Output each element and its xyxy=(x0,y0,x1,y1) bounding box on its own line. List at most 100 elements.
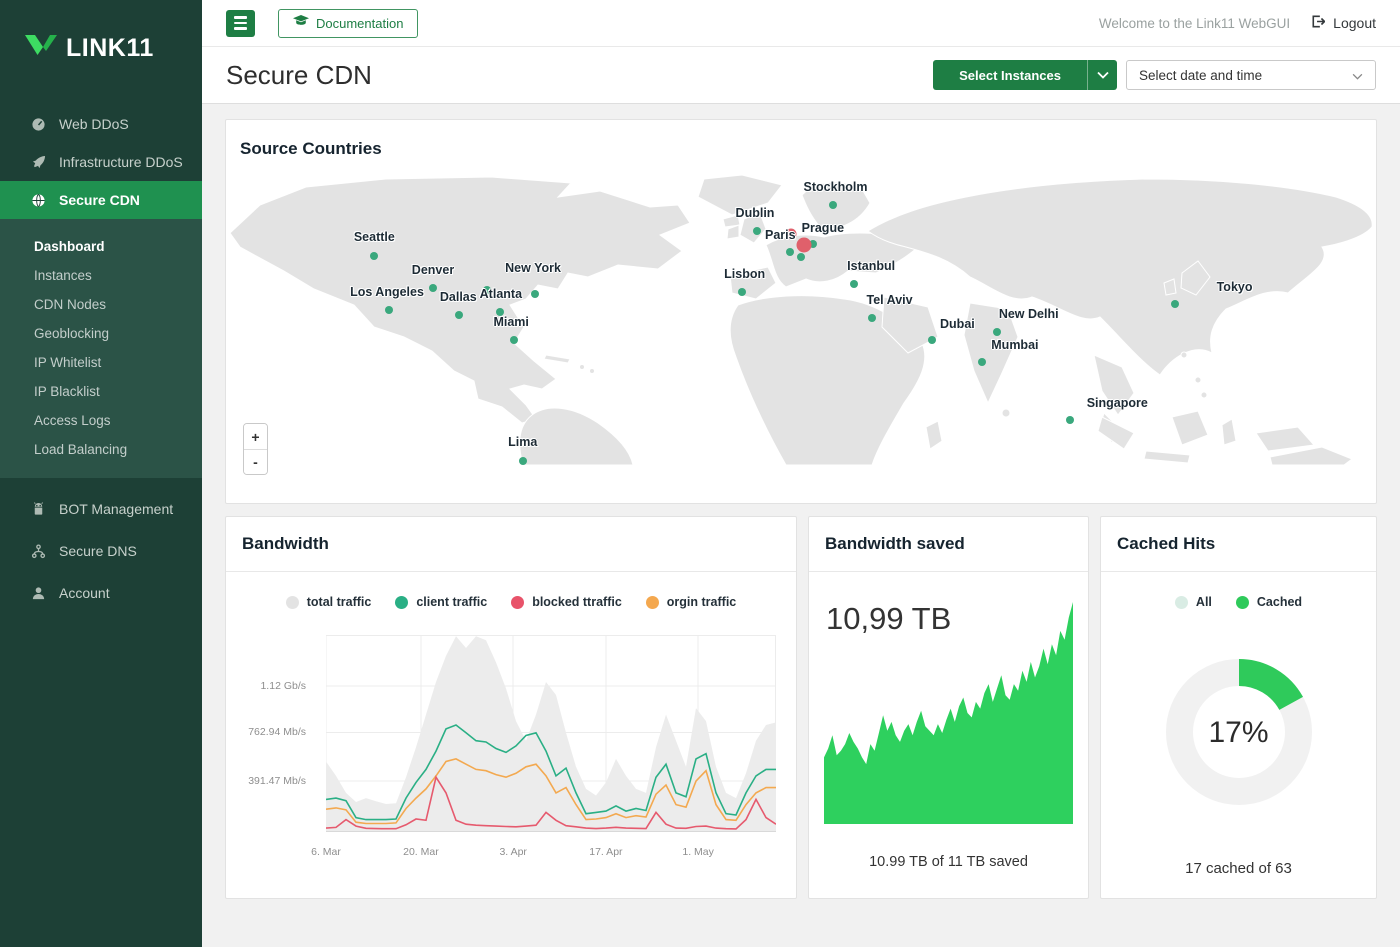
map-city-label: New York xyxy=(505,261,561,275)
legend-label: blocked ttraffic xyxy=(532,595,622,609)
bandwidth-x-tick: 3. Apr xyxy=(499,846,526,858)
documentation-button[interactable]: Documentation xyxy=(278,9,418,38)
legend-item-orgin-traffic[interactable]: orgin traffic xyxy=(646,595,736,609)
map-city-label: Mumbai xyxy=(991,338,1038,352)
map-city-label: Dublin xyxy=(736,206,775,220)
logout-button[interactable]: Logout xyxy=(1310,14,1376,32)
sidebar-item-account[interactable]: Account xyxy=(0,572,202,614)
topbar-right: Welcome to the Link11 WebGUI Logout xyxy=(1099,14,1376,32)
map-city-label: Tel Aviv xyxy=(867,293,913,307)
sidebar-subitem-cdn-nodes[interactable]: CDN Nodes xyxy=(0,290,202,319)
cached-hits-card: Cached Hits AllCached 17% 17 cached of 6… xyxy=(1100,516,1377,899)
legend-dot xyxy=(646,596,659,609)
legend-label: Cached xyxy=(1257,595,1302,609)
bandwidth-y-tick: 391.47 Mb/s xyxy=(230,775,306,787)
bandwidth-saved-title: Bandwidth saved xyxy=(809,517,1088,572)
bandwidth-chart xyxy=(326,635,776,832)
map-marker xyxy=(797,253,805,261)
legend-item-blocked-ttraffic[interactable]: blocked ttraffic xyxy=(511,595,622,609)
bandwidth-legend: total traffic client traffic blocked ttraf… xyxy=(226,595,796,609)
map-city-label: Tokyo xyxy=(1217,280,1253,294)
sidebar-item-bot-management[interactable]: BOT Management xyxy=(0,488,202,530)
map-marker-istanbul xyxy=(850,280,858,288)
legend-item-total-traffic[interactable]: total traffic xyxy=(286,595,372,609)
world-map-svg xyxy=(226,175,1376,465)
legend-label: total traffic xyxy=(307,595,372,609)
select-instances-button[interactable]: Select Instances xyxy=(933,60,1117,90)
legend-item-all[interactable]: All xyxy=(1175,595,1212,609)
sidebar-subitem-access-logs[interactable]: Access Logs xyxy=(0,406,202,435)
legend-dot xyxy=(511,596,524,609)
map-city-label: Miami xyxy=(493,315,528,329)
sidebar-item-secure-dns[interactable]: Secure DNS xyxy=(0,530,202,572)
sidebar-item-secure-cdn[interactable]: Secure CDN xyxy=(0,181,202,219)
map-city-label: Seattle xyxy=(354,230,395,244)
sidebar-subitem-load-balancing[interactable]: Load Balancing xyxy=(0,435,202,464)
legend-item-client-traffic[interactable]: client traffic xyxy=(395,595,487,609)
legend-label: client traffic xyxy=(416,595,487,609)
map-marker-tokyo xyxy=(1171,300,1179,308)
robot-icon xyxy=(30,501,46,517)
bandwidth-y-tick: 762.94 Mb/s xyxy=(230,726,306,738)
sidebar-main-nav: Web DDoS Infrastructure DDoS Secure CDN xyxy=(0,105,202,219)
map-marker-paris xyxy=(786,248,794,256)
sidebar-subitem-ip-whitelist[interactable]: IP Whitelist xyxy=(0,348,202,377)
map-marker-new-delhi xyxy=(993,328,1001,336)
link11-logo[interactable]: LINK11 xyxy=(0,0,202,93)
sitemap-icon xyxy=(30,543,46,559)
documentation-label: Documentation xyxy=(316,16,403,31)
legend-label: All xyxy=(1196,595,1212,609)
rocket-icon xyxy=(30,154,46,170)
map-zoom-in-button[interactable]: + xyxy=(244,424,267,449)
sidebar-subitem-geoblocking[interactable]: Geoblocking xyxy=(0,319,202,348)
map-marker-lisbon xyxy=(738,288,746,296)
sidebar-item-label: Infrastructure DDoS xyxy=(59,154,183,170)
logout-label: Logout xyxy=(1333,15,1376,31)
map-zoom-control: + - xyxy=(243,423,268,475)
legend-dot xyxy=(286,596,299,609)
map-marker-dubai xyxy=(928,336,936,344)
dashboard-content: Source Countries xyxy=(202,104,1400,947)
link11-logo-icon xyxy=(24,34,58,63)
legend-item-cached[interactable]: Cached xyxy=(1236,595,1302,609)
bandwidth-x-tick: 20. Mar xyxy=(403,846,439,858)
source-countries-title: Source Countries xyxy=(226,120,1376,165)
topbar: Documentation Welcome to the Link11 WebG… xyxy=(202,0,1400,47)
sidebar-subitem-ip-blacklist[interactable]: IP Blacklist xyxy=(0,377,202,406)
sidebar: LINK11 Web DDoS Infrastructure DDoS Secure… xyxy=(0,0,202,947)
bandwidth-saved-caption: 10.99 TB of 11 TB saved xyxy=(809,854,1088,870)
date-time-select[interactable]: Select date and time xyxy=(1126,60,1376,90)
map-city-label: New Delhi xyxy=(999,307,1059,321)
map-marker-singapore xyxy=(1066,416,1074,424)
sidebar-sub-nav: DashboardInstancesCDN NodesGeoblockingIP… xyxy=(0,219,202,478)
legend-dot xyxy=(1236,596,1249,609)
legend-dot xyxy=(1175,596,1188,609)
sidebar-item-web-ddos[interactable]: Web DDoS xyxy=(0,105,202,143)
map-marker-dallas xyxy=(455,311,463,319)
map-marker-tel-aviv xyxy=(868,314,876,322)
header-controls: Select Instances Select date and time xyxy=(933,60,1376,90)
bandwidth-card-title: Bandwidth xyxy=(226,517,796,572)
map-marker-miami xyxy=(510,336,518,344)
map-marker-red xyxy=(797,237,812,252)
sidebar-item-infrastructure-ddos[interactable]: Infrastructure DDoS xyxy=(0,143,202,181)
page-title: Secure CDN xyxy=(226,60,372,91)
chevron-down-icon[interactable] xyxy=(1087,60,1117,90)
graduation-cap-icon xyxy=(293,15,309,31)
page-header: Secure CDN Select Instances Select date … xyxy=(202,47,1400,104)
map-city-label: Istanbul xyxy=(847,259,895,273)
bandwidth-saved-card: Bandwidth saved 10,99 TB 10.99 TB of 11 … xyxy=(808,516,1089,899)
sidebar-item-label: BOT Management xyxy=(59,501,173,517)
cached-hits-percent: 17% xyxy=(1101,716,1376,750)
map-marker-mumbai xyxy=(978,358,986,366)
charts-row: Bandwidth total traffic client traffic blo… xyxy=(225,516,1377,899)
sidebar-subitem-dashboard[interactable]: Dashboard xyxy=(0,232,202,261)
map-city-label: Dubai xyxy=(940,317,975,331)
chevron-down-icon xyxy=(1352,68,1363,83)
select-instances-label: Select Instances xyxy=(933,60,1087,90)
sidebar-subitem-instances[interactable]: Instances xyxy=(0,261,202,290)
menu-toggle-button[interactable] xyxy=(226,10,255,37)
map-zoom-out-button[interactable]: - xyxy=(244,449,267,474)
globe-icon xyxy=(30,192,46,208)
date-time-select-label: Select date and time xyxy=(1139,68,1262,83)
